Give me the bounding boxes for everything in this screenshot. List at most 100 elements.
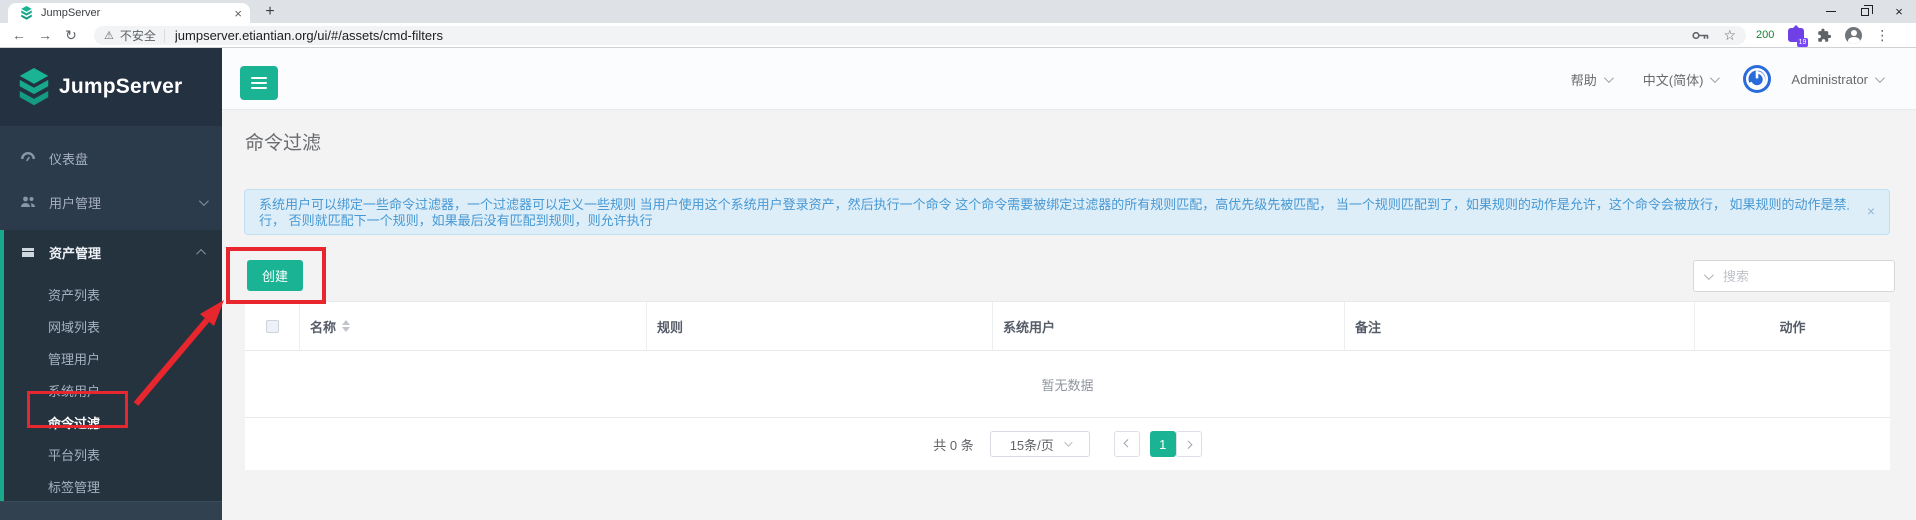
chevron-down-icon — [1603, 72, 1614, 83]
banner-text-line1: 系统用户可以绑定一些命令过滤器，一个过滤器可以定义一些规则 当用户使用这个系统用… — [259, 197, 1849, 212]
column-header-name[interactable]: 名称 — [300, 302, 647, 350]
table-card: 名称 规则 系统用户 备注 动作 暂无数据 共 0 条 15条/页 1 — [245, 301, 1890, 470]
sidebar-item-label: 仪表盘 — [49, 151, 89, 167]
password-key-icon[interactable] — [1692, 30, 1709, 41]
page-size-value: 15条/页 — [1009, 437, 1054, 453]
sidebar-item-admin-users[interactable]: 管理用户 — [4, 344, 222, 376]
back-icon[interactable]: ← — [6, 27, 32, 43]
next-page-button[interactable] — [1175, 431, 1202, 457]
security-label[interactable]: 不安全 — [120, 27, 156, 44]
window-minimize-button[interactable] — [1814, 0, 1848, 23]
sidebar-item-label: 资产管理 — [49, 245, 102, 261]
not-secure-warning-icon[interactable]: ⚠ — [104, 29, 114, 42]
browser-profile-icon[interactable] — [1845, 26, 1863, 44]
user-menu[interactable]: Administrator — [1779, 72, 1894, 87]
help-menu[interactable]: 帮助 — [1559, 70, 1623, 89]
top-navbar: 帮助 中文(简体) Administrator — [222, 48, 1916, 110]
page-size-select[interactable]: 15条/页 — [989, 431, 1090, 457]
extension-badge: 19 — [1796, 38, 1809, 47]
reload-icon[interactable]: ↻ — [58, 27, 84, 44]
screenshot-root: JumpServer × + × ← → ↻ ⚠ 不安全 jumpserver.… — [0, 0, 1916, 520]
sidebar-section-assets: 资产管理 资产列表 网域列表 管理用户 系统用户 命令过滤 平台列表 标签管理 — [0, 230, 222, 515]
empty-text: 暂无数据 — [1041, 377, 1094, 393]
help-label: 帮助 — [1570, 72, 1597, 88]
column-header-system-users: 系统用户 — [993, 302, 1345, 350]
sidebar-item-asset-list[interactable]: 资产列表 — [4, 280, 222, 312]
sidebar-footer — [0, 501, 222, 520]
browser-tab[interactable]: JumpServer × — [8, 3, 250, 23]
main-content: 帮助 中文(简体) Administrator 命令过滤 系统用户可以绑定一些命… — [222, 48, 1916, 520]
app-logo[interactable]: JumpServer — [0, 48, 222, 126]
column-label: 动作 — [1779, 319, 1806, 335]
forward-icon[interactable]: → — [32, 27, 58, 43]
username-label: Administrator — [1791, 71, 1868, 87]
chevron-right-icon — [1183, 440, 1193, 449]
sidebar: JumpServer 仪表盘 用户管理 资产管理 资产列表 网域列表 管理用户 … — [0, 48, 222, 520]
sort-icon[interactable] — [342, 320, 351, 332]
empty-state: 暂无数据 — [245, 351, 1890, 418]
search-box — [1693, 260, 1895, 292]
omnibox-divider — [163, 28, 165, 42]
window-restore-button[interactable] — [1848, 0, 1882, 23]
column-label: 规则 — [657, 319, 684, 335]
users-icon — [21, 196, 35, 207]
language-label: 中文(简体) — [1642, 72, 1704, 88]
select-all-checkbox[interactable] — [265, 319, 279, 333]
sidebar-item-domain-list[interactable]: 网域列表 — [4, 312, 222, 344]
chevron-left-icon — [1123, 439, 1132, 448]
url-text[interactable]: jumpserver.etiantian.org/ui/#/assets/cmd… — [175, 28, 1685, 43]
info-banner: 系统用户可以绑定一些命令过滤器，一个过滤器可以定义一些规则 当用户使用这个系统用… — [244, 189, 1890, 235]
browser-addressbar: ← → ↻ ⚠ 不安全 jumpserver.etiantian.org/ui/… — [0, 23, 1916, 48]
language-menu[interactable]: 中文(简体) — [1631, 70, 1730, 89]
chevron-down-icon — [1874, 72, 1885, 83]
current-page-button[interactable]: 1 — [1149, 431, 1176, 457]
user-avatar[interactable] — [1743, 65, 1772, 93]
new-tab-button[interactable]: + — [260, 2, 280, 22]
dashboard-icon — [21, 152, 35, 162]
column-header-rules: 规则 — [647, 302, 993, 350]
column-label: 备注 — [1355, 319, 1382, 335]
window-close-button[interactable]: × — [1882, 0, 1916, 23]
extension-icon[interactable]: 19 — [1788, 25, 1809, 47]
page-title: 命令过滤 — [245, 133, 322, 154]
sidebar-toggle-button[interactable] — [240, 66, 278, 100]
sidebar-item-label-management[interactable]: 标签管理 — [4, 472, 222, 504]
extensions-puzzle-icon[interactable] — [1817, 28, 1832, 43]
browser-menu-icon[interactable]: ⋮ — [1875, 27, 1889, 44]
prev-page-button[interactable] — [1113, 431, 1140, 457]
jumpserver-favicon-icon — [21, 6, 32, 20]
search-input[interactable] — [1723, 268, 1884, 284]
status-badge: 200 — [1756, 29, 1775, 41]
sidebar-item-cmd-filters[interactable]: 命令过滤 — [4, 408, 222, 440]
sidebar-item-dashboard[interactable]: 仪表盘 — [0, 140, 222, 176]
column-header-comment: 备注 — [1345, 302, 1695, 350]
pagination-total: 共 0 条 — [933, 437, 974, 453]
column-header-action: 动作 — [1695, 302, 1890, 350]
assets-icon — [22, 248, 34, 257]
pagination: 共 0 条 15条/页 1 — [245, 418, 1890, 470]
bookmark-star-icon[interactable]: ☆ — [1723, 27, 1736, 44]
chevron-down-icon — [1063, 438, 1073, 447]
sidebar-item-system-users[interactable]: 系统用户 — [4, 376, 222, 408]
logo-text: JumpServer — [59, 75, 183, 98]
banner-close-icon[interactable]: × — [1867, 204, 1875, 218]
select-all-cell — [245, 302, 300, 350]
window-controls: × — [1814, 0, 1916, 23]
browser-tabstrip: JumpServer × + × — [0, 0, 1916, 23]
chevron-down-icon — [198, 195, 209, 206]
sidebar-item-platform-list[interactable]: 平台列表 — [4, 440, 222, 472]
sidebar-item-label: 用户管理 — [49, 195, 102, 211]
chevron-down-icon[interactable] — [1703, 269, 1714, 280]
url-omnibox[interactable]: ⚠ 不安全 jumpserver.etiantian.org/ui/#/asse… — [94, 25, 1746, 45]
sidebar-item-assets[interactable]: 资产管理 — [4, 230, 222, 274]
create-button[interactable]: 创建 — [247, 260, 303, 291]
tab-close-icon[interactable]: × — [234, 7, 242, 20]
column-label: 系统用户 — [1003, 319, 1056, 335]
chevron-up-icon — [196, 248, 207, 259]
table-header-row: 名称 规则 系统用户 备注 动作 — [245, 302, 1890, 351]
sidebar-item-users[interactable]: 用户管理 — [0, 184, 222, 220]
tab-title: JumpServer — [41, 7, 101, 19]
column-label: 名称 — [310, 319, 337, 335]
banner-text-line2: 行， 否则就匹配下一个规则，如果最后没有匹配到规则，则允许执行 — [259, 213, 653, 228]
chevron-down-icon — [1710, 72, 1721, 83]
